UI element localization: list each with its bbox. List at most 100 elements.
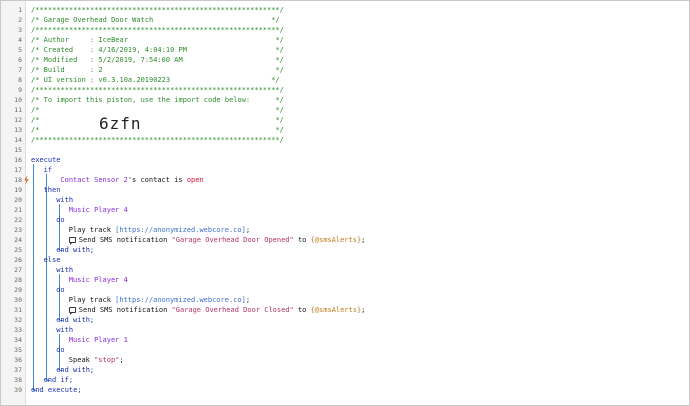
code-line[interactable]: 4 /* Author : IceBear */ — [1, 35, 689, 45]
code-lines: 1 /**************************************… — [1, 5, 689, 395]
code-text: do — [56, 345, 64, 355]
code-text: /***************************************… — [31, 85, 284, 95]
code-text: Music Player 4 — [69, 205, 128, 215]
code-line[interactable]: 18 Contact Sensor 2's contact is open — [1, 175, 689, 185]
code-line[interactable]: 1 /**************************************… — [1, 5, 689, 15]
speech-bubble-icon — [68, 237, 76, 245]
code-line[interactable]: 38 end if; — [1, 375, 689, 385]
variable-name[interactable]: {@smsAlerts} — [311, 306, 362, 314]
variable-name[interactable]: {@smsAlerts} — [311, 236, 362, 244]
statement-text: ; — [119, 356, 124, 364]
keyword: end with; — [56, 246, 95, 254]
line-number: 29 — [14, 286, 22, 294]
statement-text: ; — [361, 236, 366, 244]
code-line[interactable]: 21 Music Player 4 — [1, 205, 689, 215]
code-text: /* Garage Overhead Door Watch */ — [31, 15, 280, 25]
code-line[interactable]: 10 /* To import this piston, use the impo… — [1, 95, 689, 105]
comment-text: /***************************************… — [31, 26, 284, 34]
line-number: 21 — [14, 206, 22, 214]
code-line[interactable]: 9 /**************************************… — [1, 85, 689, 95]
code-text: /* */ — [31, 125, 284, 135]
statement-text: Send SMS notification — [78, 236, 172, 244]
code-line[interactable]: 15 — [1, 145, 689, 155]
code-line[interactable]: 19 then — [1, 185, 689, 195]
line-number: 6 — [18, 56, 22, 64]
comment-text: /* */ — [31, 116, 284, 124]
code-line[interactable]: 35 do — [1, 345, 689, 355]
code-line[interactable]: 26 else — [1, 255, 689, 265]
device-name[interactable]: Music Player 1 — [69, 336, 128, 344]
code-text: Play track [https://anonymized.webcore.c… — [69, 225, 250, 235]
comment-text: /***************************************… — [31, 6, 284, 14]
code-line[interactable]: 25 end with; — [1, 245, 689, 255]
code-line[interactable]: 30 Play track [https://anonymized.webcore… — [1, 295, 689, 305]
line-number: 11 — [14, 106, 22, 114]
line-number: 34 — [14, 336, 22, 344]
code-line[interactable]: 27 with — [1, 265, 689, 275]
device-name[interactable]: Music Player 4 — [69, 206, 128, 214]
code-line[interactable]: 24 Send SMS notification "Garage Overhead… — [1, 235, 689, 245]
line-number: 7 — [18, 66, 22, 74]
code-line[interactable]: 31 Send SMS notification "Garage Overhead… — [1, 305, 689, 315]
piston-code-viewer: 1 /**************************************… — [0, 0, 690, 406]
keyword: execute — [31, 156, 61, 164]
keyword: with — [56, 196, 74, 204]
code-line[interactable]: 5 /* Created : 4/16/2019, 4:04:10 PM */ — [1, 45, 689, 55]
line-number: 24 — [14, 236, 22, 244]
line-number: 14 — [14, 136, 22, 144]
code-text: /***************************************… — [31, 135, 284, 145]
code-line[interactable]: 22 do — [1, 215, 689, 225]
line-number: 15 — [14, 146, 22, 154]
url-literal: [https://anonymized.webcore.co] — [115, 226, 246, 234]
code-line[interactable]: 37 end with; — [1, 365, 689, 375]
string-literal: "Garage Overhead Door Opened" — [171, 236, 294, 244]
code-line[interactable]: 6 /* Modified : 5/2/2019, 7:54:00 AM */ — [1, 55, 689, 65]
line-number: 1 — [18, 6, 22, 14]
code-text: end with; — [56, 315, 94, 325]
comment-text: /* UI version : v0.3.10a.20190223 */ — [31, 76, 280, 84]
code-line[interactable]: 23 Play track [https://anonymized.webcore… — [1, 225, 689, 235]
code-line[interactable]: 32 end with; — [1, 315, 689, 325]
statement-text: ; — [245, 226, 251, 234]
code-line[interactable]: 33 with — [1, 325, 689, 335]
code-text: if — [44, 165, 52, 175]
code-text: Send SMS notification "Garage Overhead D… — [68, 235, 366, 245]
code-text: Contact Sensor 2's contact is open — [60, 175, 203, 185]
code-text: end if; — [44, 375, 74, 385]
code-line[interactable]: 8 /* UI version : v0.3.10a.20190223 */ — [1, 75, 689, 85]
code-line[interactable]: 28 Music Player 4 — [1, 275, 689, 285]
code-line[interactable]: 14 /*************************************… — [1, 135, 689, 145]
statement-text: Play track — [68, 296, 116, 304]
line-number: 3 — [18, 26, 22, 34]
comment-text: /***************************************… — [31, 86, 284, 94]
line-number: 13 — [14, 126, 22, 134]
line-number: 37 — [14, 366, 22, 374]
comment-text: /* Author : IceBear */ — [31, 36, 284, 44]
code-line[interactable]: 16 execute — [1, 155, 689, 165]
code-line[interactable]: 36 Speak "stop"; — [1, 355, 689, 365]
import-code[interactable]: 6zfn — [99, 114, 142, 134]
comment-text: /* Modified : 5/2/2019, 7:54:00 AM */ — [31, 56, 284, 64]
code-line[interactable]: 3 /**************************************… — [1, 25, 689, 35]
comment-text: /* */ — [31, 126, 284, 134]
statement-text: Play track — [68, 226, 116, 234]
code-line[interactable]: 20 with — [1, 195, 689, 205]
keyword: with — [56, 326, 74, 334]
code-line[interactable]: 29 do — [1, 285, 689, 295]
line-number: 20 — [14, 196, 22, 204]
speech-bubble-icon — [68, 307, 76, 315]
code-text: /* Created : 4/16/2019, 4:04:10 PM */ — [31, 45, 284, 55]
device-name[interactable]: Music Player 4 — [69, 276, 128, 284]
code-line[interactable]: 2 /* Garage Overhead Door Watch */ — [1, 15, 689, 25]
code-line[interactable]: 39 end execute; — [1, 385, 689, 395]
code-line[interactable]: 17 if — [1, 165, 689, 175]
code-line[interactable]: 34 Music Player 1 — [1, 335, 689, 345]
code-text: /***************************************… — [31, 25, 284, 35]
code-text: then — [44, 185, 61, 195]
device-name[interactable]: Contact Sensor 2 — [60, 176, 127, 184]
code-line[interactable]: 7 /* Build : 2 */ — [1, 65, 689, 75]
code-text: end execute; — [31, 385, 82, 395]
line-number: 25 — [14, 246, 22, 254]
keyword: do — [56, 286, 65, 294]
keyword: do — [56, 216, 65, 224]
